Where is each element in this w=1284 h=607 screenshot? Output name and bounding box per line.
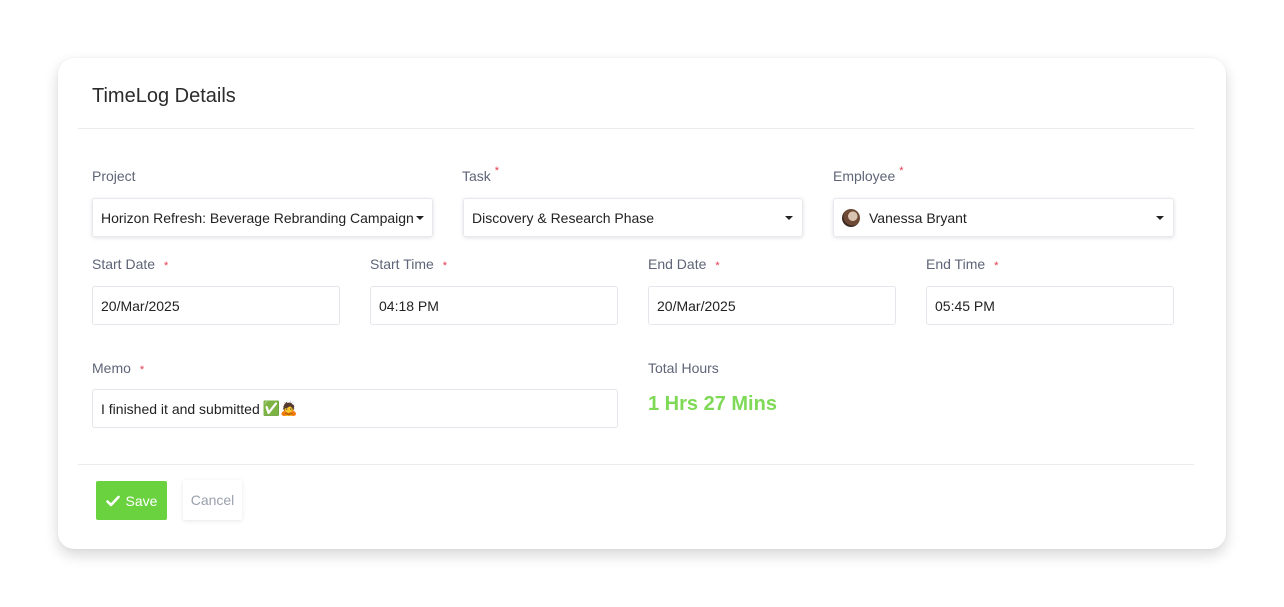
end-time-label: End Time * (926, 256, 999, 272)
total-hours-value: 1 Hrs 27 Mins (648, 393, 777, 415)
save-button[interactable]: Save (96, 481, 167, 520)
required-marker: * (994, 260, 999, 272)
task-select[interactable]: Discovery & Research Phase (463, 198, 803, 237)
card-title: TimeLog Details (92, 85, 236, 107)
caret-down-icon (785, 216, 793, 220)
employee-select-value: Vanessa Bryant (869, 209, 967, 226)
timelog-card: TimeLog Details Project Task * Employee * … (58, 58, 1226, 549)
cancel-button[interactable]: Cancel (183, 480, 242, 520)
required-marker: * (899, 165, 904, 177)
start-date-label: Start Date * (92, 256, 169, 272)
check-icon (105, 495, 120, 506)
memo-emoji: ✅🙇 (262, 400, 298, 417)
end-time-value: 05:45 PM (935, 297, 995, 314)
caret-down-icon (1156, 216, 1164, 220)
employee-select[interactable]: Vanessa Bryant (833, 198, 1174, 237)
footer-divider (78, 464, 1194, 465)
task-select-value: Discovery & Research Phase (472, 209, 655, 226)
memo-label: Memo * (92, 360, 145, 376)
save-button-label: Save (125, 492, 158, 509)
end-date-input[interactable]: 20/Mar/2025 (648, 286, 896, 325)
required-marker: * (139, 364, 145, 376)
memo-input[interactable]: I finished it and submitted ✅🙇 (92, 389, 618, 428)
cancel-button-label: Cancel (190, 492, 235, 508)
total-hours-label: Total Hours (648, 360, 719, 376)
header-divider (78, 128, 1194, 129)
project-label: Project (92, 168, 136, 184)
start-date-input[interactable]: 20/Mar/2025 (92, 286, 340, 325)
start-time-input[interactable]: 04:18 PM (370, 286, 618, 325)
end-date-value: 20/Mar/2025 (657, 297, 736, 314)
required-marker: * (164, 260, 169, 272)
end-time-input[interactable]: 05:45 PM (926, 286, 1174, 325)
start-time-value: 04:18 PM (379, 297, 439, 314)
required-marker: * (442, 260, 448, 272)
required-marker: * (715, 260, 720, 272)
project-select[interactable]: Horizon Refresh: Beverage Rebranding Cam… (92, 198, 433, 237)
end-date-label: End Date * (648, 256, 720, 272)
task-label: Task * (462, 165, 500, 184)
start-time-label: Start Time * (370, 256, 448, 272)
required-marker: * (494, 165, 500, 177)
memo-value: I finished it and submitted (101, 400, 260, 417)
employee-label: Employee * (833, 165, 904, 184)
start-date-value: 20/Mar/2025 (101, 297, 180, 314)
caret-down-icon (416, 216, 424, 220)
avatar (842, 208, 860, 227)
project-select-value: Horizon Refresh: Beverage Rebranding Cam… (101, 209, 414, 226)
